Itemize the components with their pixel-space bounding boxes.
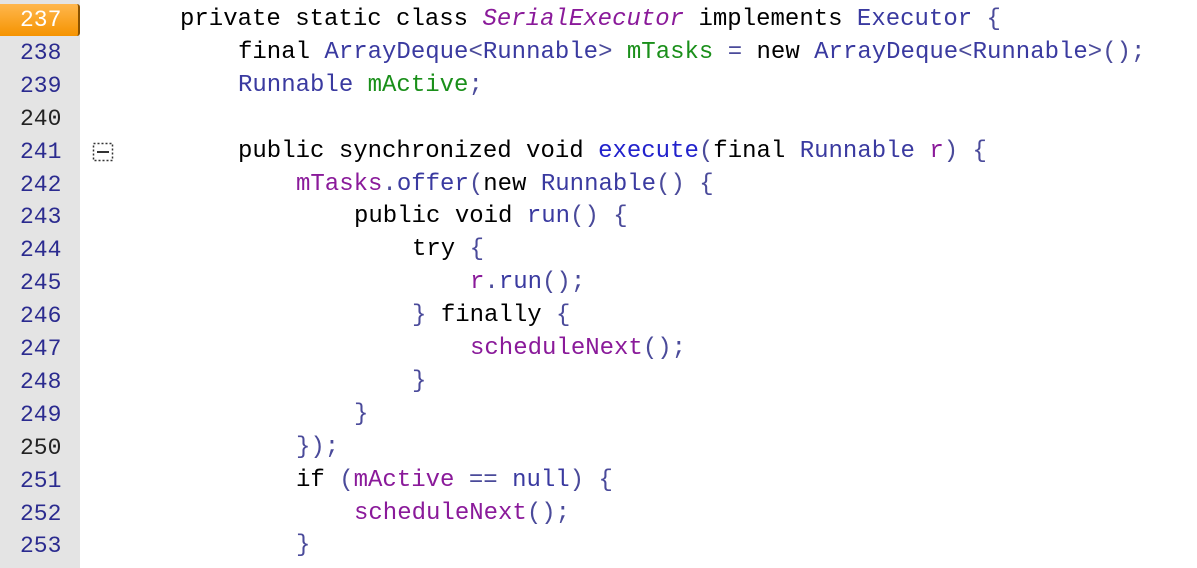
code-token: == xyxy=(454,466,513,494)
code-token: < xyxy=(958,38,973,66)
code-token: ) { xyxy=(569,466,613,494)
code-token: }); xyxy=(296,433,340,461)
code-line[interactable]: public void run() { xyxy=(354,201,628,233)
code-token: Runnable xyxy=(799,137,930,165)
code-line[interactable]: } finally { xyxy=(412,300,570,332)
code-line[interactable]: mTasks.offer(new Runnable() { xyxy=(296,169,714,201)
code-token: Runnable xyxy=(540,170,657,198)
code-token: < xyxy=(468,38,483,66)
code-token: } xyxy=(354,400,369,428)
code-token: run xyxy=(498,269,543,297)
code-token: ( xyxy=(468,170,484,198)
code-token: run xyxy=(526,203,571,231)
code-token: final xyxy=(238,38,325,66)
code-token: mActive xyxy=(353,466,455,494)
code-token: () { xyxy=(656,170,714,198)
code-line[interactable]: }); xyxy=(296,432,339,464)
code-token: execute xyxy=(598,137,699,165)
code-token: public void xyxy=(354,203,527,231)
code-line[interactable]: public synchronized void execute(final R… xyxy=(238,136,987,168)
code-line[interactable]: final ArrayDeque<Runnable> mTasks = new … xyxy=(238,37,1145,69)
line-number: 238 xyxy=(20,39,62,66)
line-number: 241 xyxy=(20,138,62,165)
code-token: (); xyxy=(526,499,571,527)
code-token: mActive xyxy=(367,71,469,99)
code-line[interactable]: Runnable mActive; xyxy=(238,70,483,102)
line-number: 244 xyxy=(20,237,62,264)
code-token: { xyxy=(972,6,1001,33)
code-token: { xyxy=(469,236,485,264)
code-token: null xyxy=(512,466,570,494)
line-number: 240 xyxy=(20,105,62,132)
code-token: private static class xyxy=(180,6,483,33)
code-token: Runnable xyxy=(238,71,368,99)
code-line[interactable]: scheduleNext(); xyxy=(470,333,686,365)
code-token: mTasks xyxy=(626,38,714,66)
line-number: 252 xyxy=(20,500,62,527)
line-number: 246 xyxy=(20,303,62,330)
code-token: { xyxy=(556,302,571,330)
code-editor[interactable]: 237 238 239 240 241 242 243 244 245 246 247 248 249 2… xyxy=(0,0,1197,568)
fold-collapse-icon[interactable] xyxy=(92,142,114,162)
line-number: 242 xyxy=(20,171,62,198)
code-line[interactable]: } xyxy=(296,530,310,562)
line-number: 243 xyxy=(20,204,62,231)
code-token: . xyxy=(382,170,397,198)
code-token: r xyxy=(929,137,944,165)
code-line[interactable]: if (mActive == null) { xyxy=(296,465,613,497)
line-number-gutter[interactable]: 237 238 239 240 241 242 243 244 245 246 247 248 249 2… xyxy=(0,0,80,568)
line-number: 237 xyxy=(0,4,80,36)
code-token: >(); xyxy=(1087,38,1146,66)
code-token: Runnable xyxy=(482,38,599,66)
line-number: 248 xyxy=(20,368,62,395)
line-number: 247 xyxy=(20,336,62,362)
code-token: Executor xyxy=(856,6,973,33)
code-token: ) { xyxy=(943,137,987,165)
code-token: finally xyxy=(440,302,557,330)
code-line[interactable]: r.run(); xyxy=(470,267,585,299)
code-token: > xyxy=(598,38,627,66)
code-token: ( xyxy=(339,466,354,494)
code-token: . xyxy=(484,269,499,297)
code-token: final xyxy=(713,137,800,165)
code-token: () { xyxy=(570,203,628,231)
code-token: Runnable xyxy=(972,38,1088,66)
code-token: (); xyxy=(642,335,687,362)
code-token: scheduleNext xyxy=(354,499,527,527)
code-token: } xyxy=(412,367,427,395)
line-number: 251 xyxy=(20,467,62,494)
code-token: offer xyxy=(396,170,469,198)
code-token: new xyxy=(483,170,541,198)
code-token: if xyxy=(296,466,340,494)
code-token: scheduleNext xyxy=(470,335,643,362)
code-line[interactable]: } xyxy=(412,366,426,398)
code-line[interactable]: private static class SerialExecutor impl… xyxy=(180,4,1001,36)
code-token: ( xyxy=(698,137,714,165)
code-token: mTasks xyxy=(296,170,383,198)
line-number: 249 xyxy=(20,401,62,428)
code-line[interactable]: scheduleNext(); xyxy=(354,498,570,530)
line-number: 250 xyxy=(20,434,62,461)
code-token: try xyxy=(412,236,470,264)
code-token: implements xyxy=(684,6,857,33)
code-token: new xyxy=(756,38,815,66)
code-token: public synchronized void xyxy=(238,137,599,165)
code-token: r xyxy=(470,269,485,297)
code-token: SerialExecutor xyxy=(482,6,685,33)
code-token: } xyxy=(296,532,311,560)
line-number: 239 xyxy=(20,72,62,99)
code-token: = xyxy=(713,38,757,66)
line-number: 245 xyxy=(20,270,62,297)
code-line[interactable]: try { xyxy=(412,234,484,266)
code-line[interactable]: } xyxy=(354,399,368,431)
code-token: ArrayDeque xyxy=(324,38,469,66)
code-token: ArrayDeque xyxy=(814,38,959,66)
code-token: ; xyxy=(468,71,483,99)
line-number: 253 xyxy=(20,533,62,560)
code-token: (); xyxy=(542,269,586,297)
code-token: } xyxy=(412,302,441,330)
